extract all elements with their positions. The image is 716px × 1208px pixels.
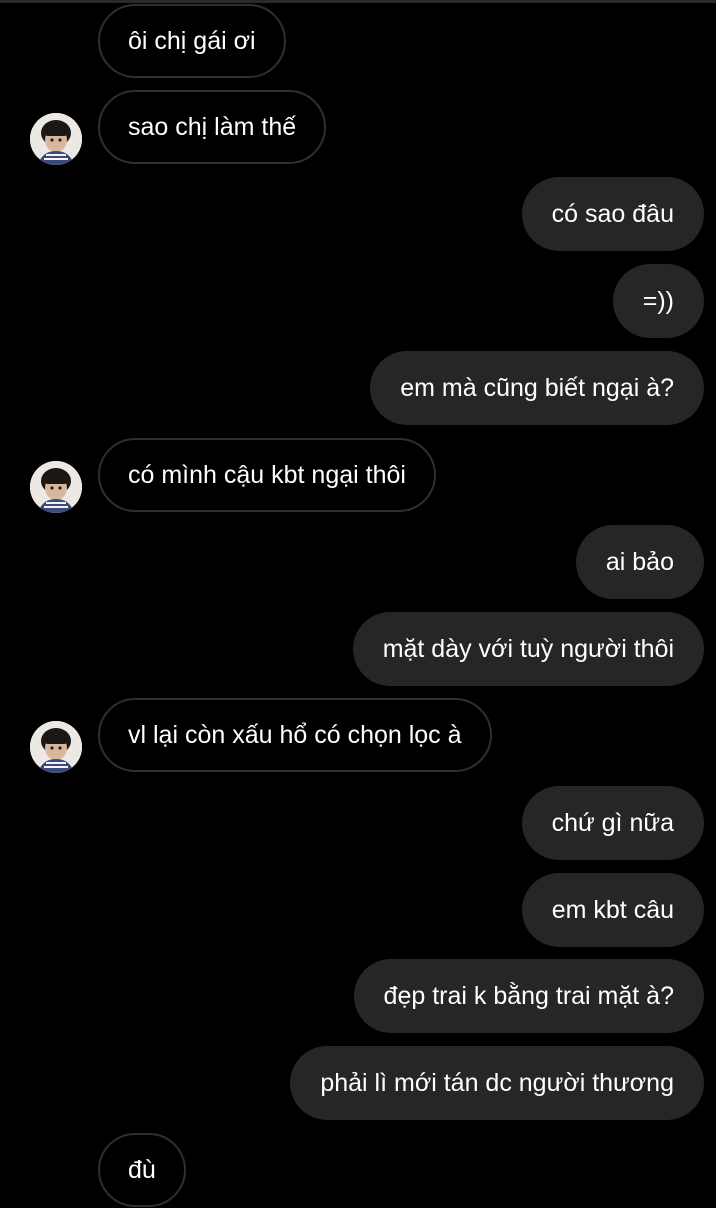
message-bubble-outgoing[interactable]: phải lì mới tán dc người thương <box>290 1046 704 1120</box>
message-bubble-incoming[interactable]: ôi chị gái ơi <box>98 4 286 78</box>
message-bubble-outgoing[interactable]: đẹp trai k bằng trai mặt à? <box>353 959 704 1033</box>
message-bubble-incoming[interactable]: đù <box>98 1133 186 1207</box>
message-bubble-outgoing[interactable]: ai bảo <box>575 525 704 599</box>
message-bubble-incoming[interactable]: sao chị làm thế <box>98 90 327 164</box>
message-bubble-outgoing[interactable]: em kbt câu <box>521 873 704 947</box>
message-bubble-outgoing[interactable]: chứ gì nữa <box>521 786 704 860</box>
contact-avatar[interactable] <box>30 461 82 513</box>
contact-avatar[interactable] <box>30 113 82 165</box>
avatar-photo-icon <box>30 461 82 513</box>
top-divider <box>0 0 716 3</box>
message-bubble-outgoing[interactable]: em mà cũng biết ngại à? <box>370 351 704 425</box>
message-bubble-incoming[interactable]: vl lại còn xấu hổ có chọn lọc à <box>98 698 492 772</box>
message-bubble-incoming[interactable]: có mình cậu kbt ngại thôi <box>98 438 436 512</box>
message-bubble-outgoing[interactable]: =)) <box>612 264 704 338</box>
message-bubble-outgoing[interactable]: có sao đâu <box>521 177 704 251</box>
message-bubble-outgoing[interactable]: mặt dày với tuỳ người thôi <box>352 612 704 686</box>
avatar-photo-icon <box>30 721 82 773</box>
avatar-photo-icon <box>30 113 82 165</box>
contact-avatar[interactable] <box>30 721 82 773</box>
